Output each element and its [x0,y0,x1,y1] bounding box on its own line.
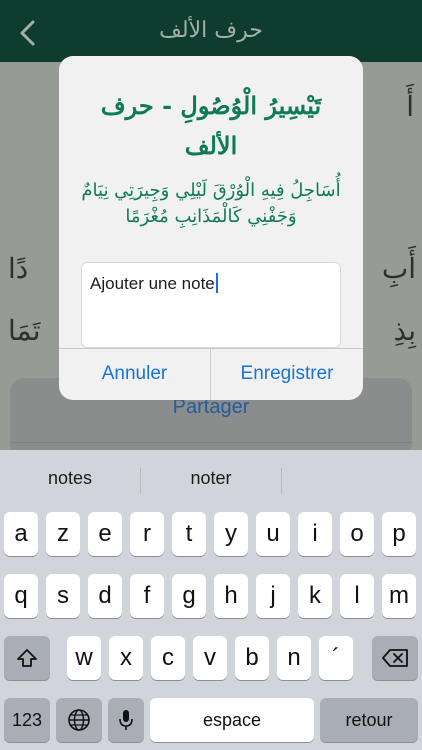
key-n[interactable]: n [277,636,311,680]
key-e[interactable]: e [88,512,122,556]
key-l[interactable]: l [340,574,374,618]
dialog-verse: أُسَاجِلُ فِيهِ الْوُرْقَ لَيْلِي وَجِير… [81,180,341,227]
microphone-icon [119,710,133,730]
dictation-key[interactable] [108,698,144,742]
save-button[interactable]: Enregistrer [211,348,363,400]
shift-key[interactable] [4,636,50,680]
keyboard: notes noter a z e r t y u i o p q s d f … [0,450,422,750]
key-q[interactable]: q [4,574,38,618]
key-accent[interactable]: ´ [319,636,353,680]
key-z[interactable]: z [46,512,80,556]
key-p[interactable]: p [382,512,416,556]
key-u[interactable]: u [256,512,290,556]
dialog-title: تَيْسِيرُ الْوُصُولِ - حرف الألف [100,91,322,160]
key-y[interactable]: y [214,512,248,556]
key-b[interactable]: b [235,636,269,680]
divider [281,468,282,494]
space-key[interactable]: espace [150,698,314,742]
key-a[interactable]: a [4,512,38,556]
key-s[interactable]: s [46,574,80,618]
key-w[interactable]: w [67,636,101,680]
backspace-icon [382,649,408,667]
key-o[interactable]: o [340,512,374,556]
delete-key[interactable] [372,636,418,680]
key-t[interactable]: t [172,512,206,556]
suggestion-item[interactable]: notes [0,468,140,489]
note-input-text: Ajouter une note [90,273,218,294]
note-input-value: Ajouter une note [90,274,215,293]
text-caret [215,273,218,293]
note-input[interactable]: Ajouter une note [81,262,341,348]
key-k[interactable]: k [298,574,332,618]
key-d[interactable]: d [88,574,122,618]
globe-key[interactable] [56,698,102,742]
key-c[interactable]: c [151,636,185,680]
key-j[interactable]: j [256,574,290,618]
key-g[interactable]: g [172,574,206,618]
key-r[interactable]: r [130,512,164,556]
numbers-key[interactable]: 123 [4,698,50,742]
shift-icon [17,649,37,667]
globe-icon [68,709,90,731]
key-v[interactable]: v [193,636,227,680]
suggestion-bar: notes noter [0,450,422,508]
key-i[interactable]: i [298,512,332,556]
key-f[interactable]: f [130,574,164,618]
note-dialog: تَيْسِيرُ الْوُصُولِ - حرف الألف أُسَاجِ… [59,56,363,400]
key-h[interactable]: h [214,574,248,618]
key-m[interactable]: m [382,574,416,618]
return-key[interactable]: retour [320,698,418,742]
suggestion-item[interactable]: noter [141,468,281,489]
key-x[interactable]: x [109,636,143,680]
cancel-button[interactable]: Annuler [59,348,210,400]
